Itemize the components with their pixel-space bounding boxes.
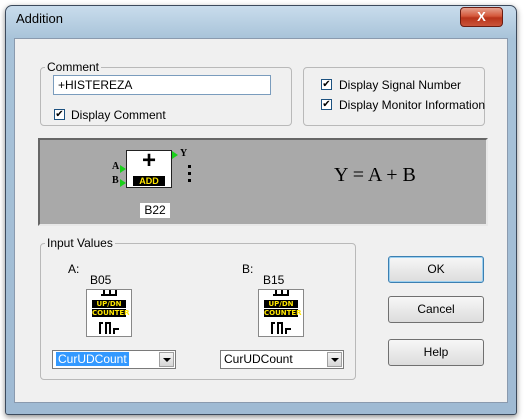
counter-top-text: UP/DN [264, 300, 298, 308]
input-values-legend: Input Values [47, 236, 113, 250]
input-b-arrow-icon [120, 179, 126, 187]
checkmark-icon: ✔ [55, 109, 64, 120]
display-monitor-info-checkbox[interactable]: ✔ [321, 99, 332, 110]
checkmark-icon: ✔ [322, 79, 331, 90]
display-options-group [303, 67, 485, 126]
display-comment-checkbox[interactable]: ✔ [54, 109, 65, 120]
checkmark-icon: ✔ [322, 99, 331, 110]
input-b-selected-value: CurUDCount [224, 352, 293, 366]
block-preview-panel [38, 138, 488, 226]
add-block-name: ADD [133, 176, 165, 186]
updn-counter-icon: UP/DN COUNTER [258, 289, 304, 337]
input-a-selected-value: CurUDCount [56, 352, 129, 366]
input-a-field-label: A: [68, 262, 80, 276]
dot-icon [188, 172, 191, 175]
input-b-label: B [112, 175, 119, 186]
counter-top-text: UP/DN [92, 300, 126, 308]
dot-icon [188, 179, 191, 182]
output-y-arrow-icon [172, 151, 178, 159]
help-button[interactable]: Help [388, 339, 484, 366]
chevron-down-icon[interactable] [327, 352, 342, 367]
input-a-arrow-icon [120, 165, 126, 173]
plus-icon: + [141, 147, 156, 174]
comment-group-legend: Comment [47, 60, 100, 74]
input-a-block-id: B05 [90, 273, 112, 287]
comment-input[interactable] [53, 75, 271, 95]
dialog-title: Addition [16, 11, 63, 26]
counter-bottom-text: COUNTER [264, 309, 302, 317]
input-a-select[interactable]: CurUDCount [52, 350, 176, 369]
input-b-field-label: B: [242, 262, 254, 276]
close-button[interactable]: X [460, 7, 503, 27]
add-block: + ADD [126, 147, 172, 188]
output-y-label: Y [180, 148, 188, 159]
cancel-button[interactable]: Cancel [388, 296, 484, 323]
input-a-label: A [112, 161, 120, 172]
display-signal-number-checkbox[interactable]: ✔ [321, 79, 332, 90]
display-comment-label: Display Comment [71, 108, 166, 122]
input-b-block-id: B15 [263, 273, 285, 287]
formula-text: Y = A + B [334, 164, 416, 186]
counter-bottom-text: COUNTER [92, 309, 130, 317]
updn-counter-icon: UP/DN COUNTER [86, 289, 132, 337]
chevron-down-icon[interactable] [159, 352, 174, 367]
ok-button[interactable]: OK [388, 256, 484, 283]
display-monitor-info-label: Display Monitor Information [339, 98, 486, 112]
display-signal-number-label: Display Signal Number [339, 78, 462, 92]
block-id-label: B22 [140, 203, 170, 218]
dot-icon [188, 165, 191, 168]
input-b-select[interactable]: CurUDCount [220, 350, 344, 369]
